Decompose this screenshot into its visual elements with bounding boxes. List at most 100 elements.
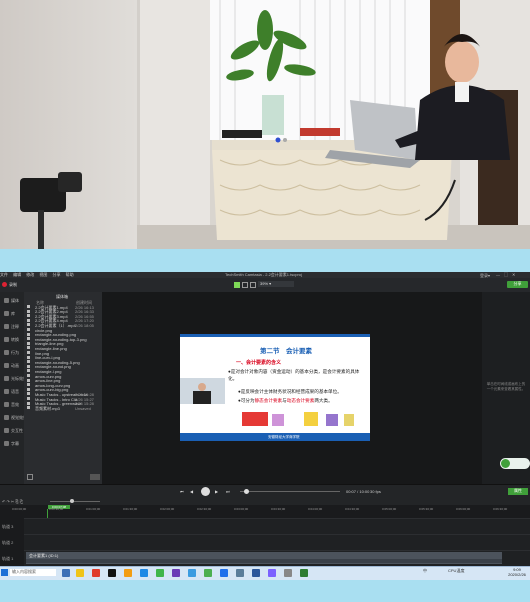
add-media-icon[interactable]	[27, 474, 33, 480]
nav-item-2[interactable]: 注释	[2, 322, 22, 332]
prev-frame-button[interactable]: ⏮	[180, 489, 184, 494]
qq-icon[interactable]	[108, 569, 116, 577]
ruler-tick: 0:04:00;00	[308, 507, 323, 511]
nav-item-label: 库	[11, 311, 15, 316]
file-explorer-icon[interactable]	[76, 569, 84, 577]
app-sky-icon[interactable]	[188, 569, 196, 577]
slide-bullet-1: ●是对会计对象内容（资金运动）的基本分类，是会计要素的具体化。	[228, 369, 360, 381]
share-button[interactable]: 分享	[507, 281, 528, 288]
step-forward-button[interactable]: ▶	[215, 489, 218, 494]
b3-post: 两大类。	[314, 398, 333, 403]
nav-item-icon	[4, 402, 9, 407]
nav-item-9[interactable]: 视觉效果	[2, 413, 27, 423]
slide-top-bar	[180, 334, 370, 337]
app-blue-icon[interactable]	[140, 569, 148, 577]
tray-lang[interactable]: 中	[423, 568, 427, 573]
nav-item-5[interactable]: 动画	[2, 361, 22, 371]
nav-item-label: 媒体	[11, 298, 19, 303]
track-3[interactable]: 轨道 3	[2, 518, 530, 534]
nav-item-3[interactable]: 转换	[2, 335, 22, 345]
file-icon	[27, 351, 30, 354]
app-orange-icon[interactable]	[124, 569, 132, 577]
nav-item-label: 语音	[11, 389, 19, 394]
nav-item-6[interactable]: 光标效果	[2, 374, 27, 384]
ruler-tick: 0:05:30;00	[419, 507, 434, 511]
file-icon	[27, 392, 30, 396]
ruler-tick: 0:00:00;00	[12, 507, 27, 511]
play-button[interactable]	[201, 487, 210, 496]
nav-item-4[interactable]: 行为	[2, 348, 22, 358]
clip-waveform	[26, 559, 502, 563]
ruler-tick: 0:03:30;00	[271, 507, 286, 511]
zoom-select[interactable]: 39% ▾	[258, 281, 294, 287]
nav-item-10[interactable]: 交互性	[2, 426, 23, 436]
file-icon	[27, 337, 30, 341]
fps-readout[interactable]: 30 fps	[370, 489, 381, 494]
record-button[interactable]: 录制	[9, 282, 17, 287]
file-icon	[27, 406, 30, 410]
app-purple-icon[interactable]	[172, 569, 180, 577]
search-box[interactable]: 输入内容搜索	[10, 569, 56, 576]
word-icon[interactable]	[252, 569, 260, 577]
tray-clock[interactable]: 9:09 2020/2/26	[504, 567, 530, 577]
nav-item-8[interactable]: 音效	[2, 400, 22, 410]
next-frame-button[interactable]: ⏭	[226, 489, 230, 494]
menu-share[interactable]: 分享	[53, 272, 61, 277]
crop-tool-icon[interactable]	[250, 282, 256, 288]
video-clip[interactable]: 会计要素1 (ID:1)	[26, 552, 502, 564]
app-grey-icon[interactable]	[284, 569, 292, 577]
menu-help[interactable]: 帮助	[66, 272, 74, 277]
media-file-row[interactable]: 音频素材.mp3 Unsaved	[27, 406, 101, 411]
file-icon	[27, 364, 30, 368]
menu-edit[interactable]: 编辑	[13, 272, 21, 277]
task-view-icon[interactable]	[62, 569, 70, 577]
track-2-label: 轨道 2	[2, 540, 14, 545]
time-readout: 00:07 / 10:00	[346, 489, 370, 494]
nav-item-icon	[4, 428, 9, 433]
app-green-icon[interactable]	[204, 569, 212, 577]
track-3-label: 轨道 3	[2, 524, 14, 529]
file-icon	[27, 369, 30, 373]
ruler-tick: 0:06:30;00	[493, 507, 508, 511]
floating-widget[interactable]	[500, 458, 530, 469]
ruler-tick: 0:01:00;00	[86, 507, 101, 511]
pan-tool-icon[interactable]	[242, 282, 248, 288]
view-toggle-icon[interactable]	[90, 474, 100, 480]
chrome-icon[interactable]	[92, 569, 100, 577]
scrub-handle[interactable]	[244, 489, 249, 494]
slide-preview[interactable]: 第二节 会计要素 一、会计要素的含义 ●是对会计对象内容（资金运动）的基本分类，…	[180, 334, 370, 441]
wechat-icon[interactable]	[156, 569, 164, 577]
app-darkblue-icon[interactable]	[220, 569, 228, 577]
start-icon[interactable]	[1, 569, 8, 576]
track-1[interactable]: 轨道 1 会计要素1 (ID:1)	[2, 550, 530, 566]
menu-modify[interactable]: 修改	[26, 272, 34, 277]
clip-label: 会计要素1 (ID:1)	[29, 553, 59, 558]
menu-view[interactable]: 视图	[39, 272, 47, 277]
app-slate-icon[interactable]	[236, 569, 244, 577]
track-2[interactable]: 轨道 2	[2, 534, 530, 550]
camtasia-icon[interactable]	[300, 569, 308, 577]
nav-item-0[interactable]: 媒体	[2, 296, 22, 306]
file-icon	[27, 383, 30, 387]
nav-item-11[interactable]: 字幕	[2, 439, 22, 449]
select-tool-icon[interactable]	[234, 282, 240, 288]
step-back-button[interactable]: ◀	[190, 489, 193, 494]
window-controls[interactable]: — ▢ ✕	[496, 272, 515, 277]
app-violet-icon[interactable]	[268, 569, 276, 577]
scrub-bar[interactable]	[240, 491, 340, 492]
speaker-body	[193, 391, 211, 404]
media-bin-title: 媒体箱	[56, 294, 68, 299]
account-menu[interactable]: 登录▾	[480, 273, 490, 278]
nav-item-1[interactable]: 库	[2, 309, 22, 319]
tray-date: 2020/2/26	[508, 572, 526, 577]
nav-item-7[interactable]: 语音	[2, 387, 22, 397]
timeline-ruler[interactable]: 0:00:00;00 0:00:30;00 0:01:00;00 0:01:30;00…	[0, 498, 530, 518]
properties-button[interactable]: 属性	[508, 488, 528, 495]
nav-item-icon	[4, 311, 9, 316]
nav-item-label: 动画	[11, 363, 19, 368]
file-icon	[27, 305, 30, 308]
record-icon[interactable]	[2, 282, 7, 287]
ruler-tick: 0:05:00;00	[382, 507, 397, 511]
menu-file[interactable]: 文件	[0, 272, 8, 277]
file-icon	[27, 387, 30, 391]
